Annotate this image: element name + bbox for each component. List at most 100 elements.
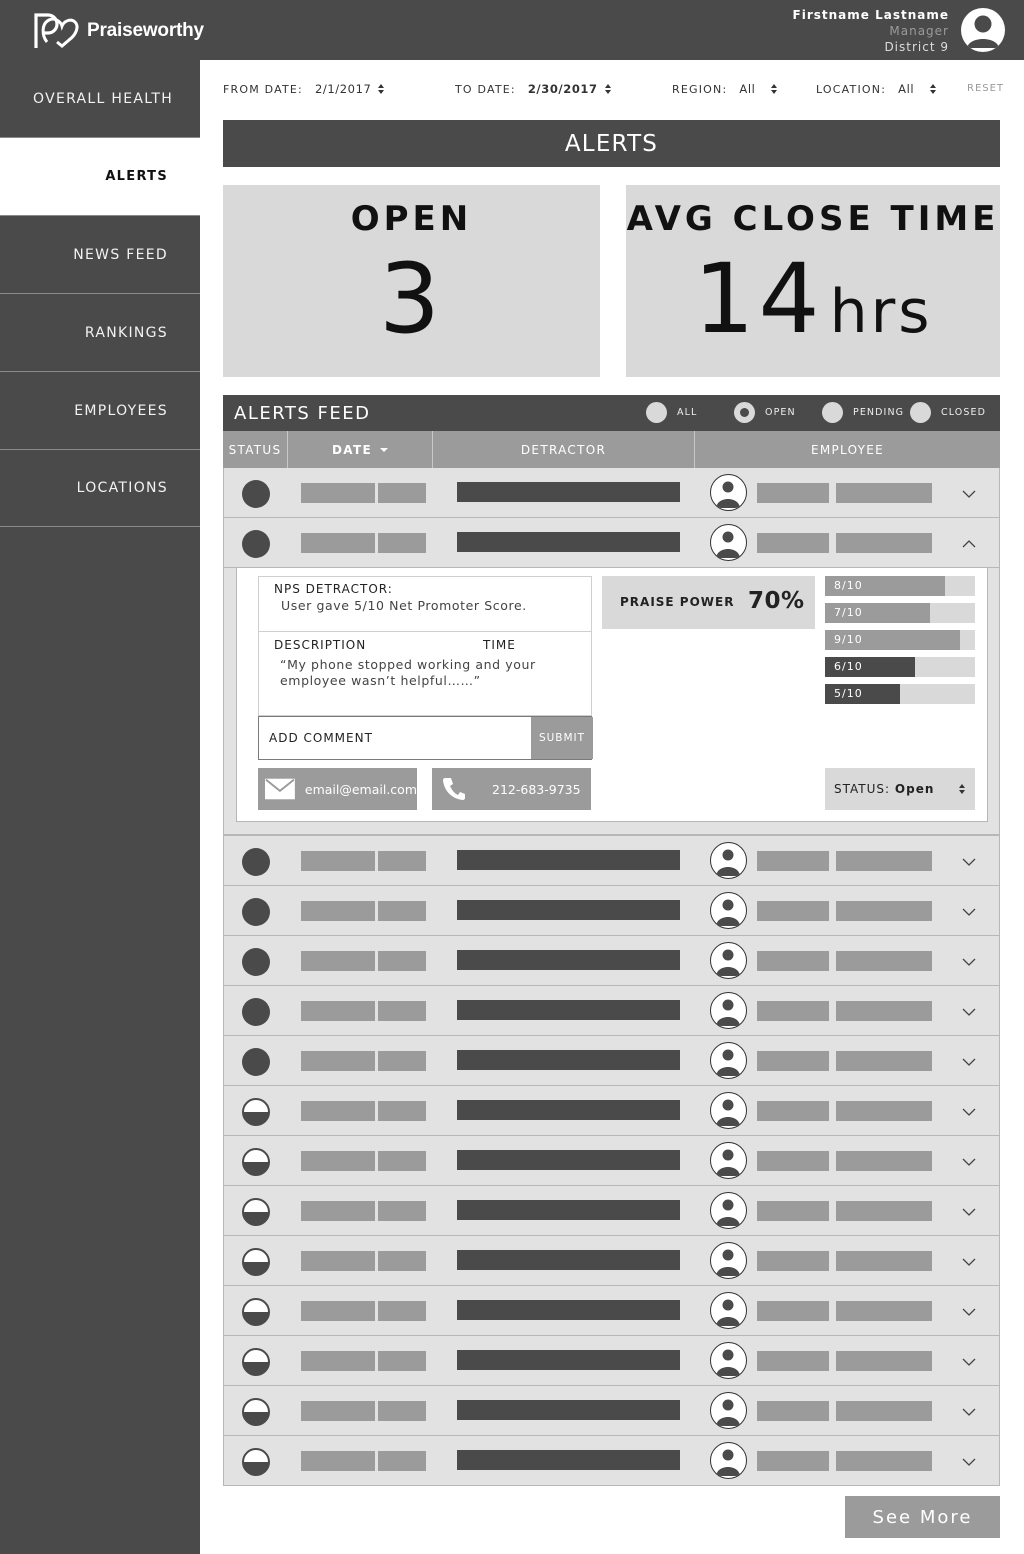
employee-avatar-icon — [710, 942, 747, 979]
phone-icon — [443, 778, 465, 800]
time-placeholder — [378, 951, 426, 971]
from-date-filter[interactable]: FROM DATE: 2/1/2017 — [223, 82, 385, 96]
chevron-down-icon[interactable] — [962, 1202, 976, 1216]
chevron-down-icon[interactable] — [962, 902, 976, 916]
chevron-down-icon[interactable] — [962, 1452, 976, 1466]
alert-detail-panel: NPS DETRACTOR: User gave 5/10 Net Promot… — [223, 568, 1000, 835]
employee-last-name-placeholder — [836, 1351, 932, 1371]
alert-rows-top — [223, 468, 1000, 568]
nav-news-feed[interactable]: NEWS FEED — [0, 216, 200, 294]
date-placeholder — [301, 1351, 375, 1371]
radio-icon — [646, 402, 667, 423]
chevron-down-icon[interactable] — [962, 1102, 976, 1116]
employee-first-name-placeholder — [757, 483, 829, 503]
phone-button[interactable]: 212-683-9735 — [432, 768, 591, 810]
table-row[interactable] — [223, 1286, 1000, 1336]
score-bar: 6/10 — [825, 657, 975, 677]
user-info: Firstname Lastname Manager District 9 — [793, 7, 949, 55]
nav-overall-health[interactable]: OVERALL HEALTH — [0, 60, 200, 138]
chevron-up-icon[interactable] — [962, 534, 976, 548]
brand-logo[interactable]: Praiseworthy — [33, 12, 213, 50]
column-status[interactable]: STATUS — [223, 431, 288, 468]
chevron-down-icon[interactable] — [962, 1052, 976, 1066]
status-pending-icon — [242, 1198, 270, 1226]
status-pending-icon — [242, 1448, 270, 1476]
employee-avatar-icon — [710, 842, 747, 879]
table-row[interactable] — [223, 1086, 1000, 1136]
time-placeholder — [378, 533, 426, 553]
filter-radio-all[interactable]: ALL — [646, 402, 697, 423]
nav-locations[interactable]: LOCATIONS — [0, 449, 200, 527]
region-label: REGION: — [672, 82, 728, 96]
table-row[interactable] — [223, 518, 1000, 568]
reset-button[interactable]: RESET — [967, 83, 1004, 94]
filter-radio-pending[interactable]: PENDING — [822, 402, 904, 423]
chevron-down-icon[interactable] — [962, 1302, 976, 1316]
table-row[interactable] — [223, 1036, 1000, 1086]
status-open-icon — [242, 948, 270, 976]
alert-rows-bottom — [223, 835, 1000, 1486]
chevron-down-icon[interactable] — [962, 952, 976, 966]
status-select[interactable]: STATUS: Open — [825, 768, 975, 810]
filter-radio-open[interactable]: OPEN — [734, 402, 796, 423]
submit-button[interactable]: SUBMIT — [531, 717, 593, 759]
table-row[interactable] — [223, 1336, 1000, 1386]
table-row[interactable] — [223, 1386, 1000, 1436]
chevron-down-icon[interactable] — [962, 852, 976, 866]
score-bar: 5/10 — [825, 684, 975, 704]
user-name: Firstname Lastname — [792, 8, 949, 22]
chevron-down-icon[interactable] — [962, 1402, 976, 1416]
status-open-icon — [242, 998, 270, 1026]
chevron-down-icon[interactable] — [962, 1252, 976, 1266]
email-button[interactable]: email@email.com — [258, 768, 417, 810]
chevron-down-icon[interactable] — [962, 1352, 976, 1366]
chevron-down-icon[interactable] — [962, 1152, 976, 1166]
detractor-placeholder — [457, 1450, 680, 1470]
location-filter[interactable]: LOCATION: All — [816, 82, 937, 96]
user-avatar-icon[interactable] — [961, 8, 1005, 52]
chevron-down-icon[interactable] — [962, 1002, 976, 1016]
nav-rankings[interactable]: RANKINGS — [0, 294, 200, 372]
employee-avatar-icon — [710, 1192, 747, 1229]
filter-bar: FROM DATE: 2/1/2017 TO DATE: 2/30/2017 R… — [223, 82, 1003, 100]
chevron-down-icon[interactable] — [962, 484, 976, 498]
detractor-placeholder — [457, 1200, 680, 1220]
column-date[interactable]: DATE — [288, 431, 433, 468]
employee-last-name-placeholder — [836, 951, 932, 971]
envelope-icon — [265, 778, 295, 800]
table-row[interactable] — [223, 1136, 1000, 1186]
table-row[interactable] — [223, 886, 1000, 936]
see-more-button[interactable]: See More — [845, 1496, 1000, 1538]
table-row[interactable] — [223, 468, 1000, 518]
from-date-label: FROM DATE: — [223, 82, 303, 96]
table-row[interactable] — [223, 1186, 1000, 1236]
open-stat-card: OPEN 3 — [223, 185, 600, 377]
score-bar-label: 9/10 — [834, 633, 863, 646]
date-placeholder — [301, 1201, 375, 1221]
location-value: All — [898, 82, 915, 96]
table-row[interactable] — [223, 1436, 1000, 1486]
column-employee[interactable]: EMPLOYEE — [695, 431, 1000, 468]
date-placeholder — [301, 1151, 375, 1171]
region-filter[interactable]: REGION: All — [672, 82, 778, 96]
to-date-filter[interactable]: TO DATE: 2/30/2017 — [455, 82, 611, 96]
column-detractor[interactable]: DETRACTOR — [433, 431, 695, 468]
comment-input[interactable] — [259, 717, 531, 759]
table-row[interactable] — [223, 1236, 1000, 1286]
table-row[interactable] — [223, 836, 1000, 886]
status-label: STATUS: — [834, 782, 891, 796]
time-placeholder — [378, 851, 426, 871]
status-pending-icon — [242, 1298, 270, 1326]
filter-radio-closed[interactable]: CLOSED — [910, 402, 986, 423]
time-placeholder — [378, 1301, 426, 1321]
table-row[interactable] — [223, 986, 1000, 1036]
nav-employees[interactable]: EMPLOYEES — [0, 372, 200, 450]
employee-first-name-placeholder — [757, 1151, 829, 1171]
score-bar-label: 7/10 — [834, 606, 863, 619]
table-row[interactable] — [223, 936, 1000, 986]
detractor-placeholder — [457, 1350, 680, 1370]
divider — [259, 631, 591, 632]
user-district: District 9 — [884, 40, 949, 54]
employee-last-name-placeholder — [836, 1401, 932, 1421]
nav-alerts[interactable]: ALERTS — [0, 138, 200, 216]
